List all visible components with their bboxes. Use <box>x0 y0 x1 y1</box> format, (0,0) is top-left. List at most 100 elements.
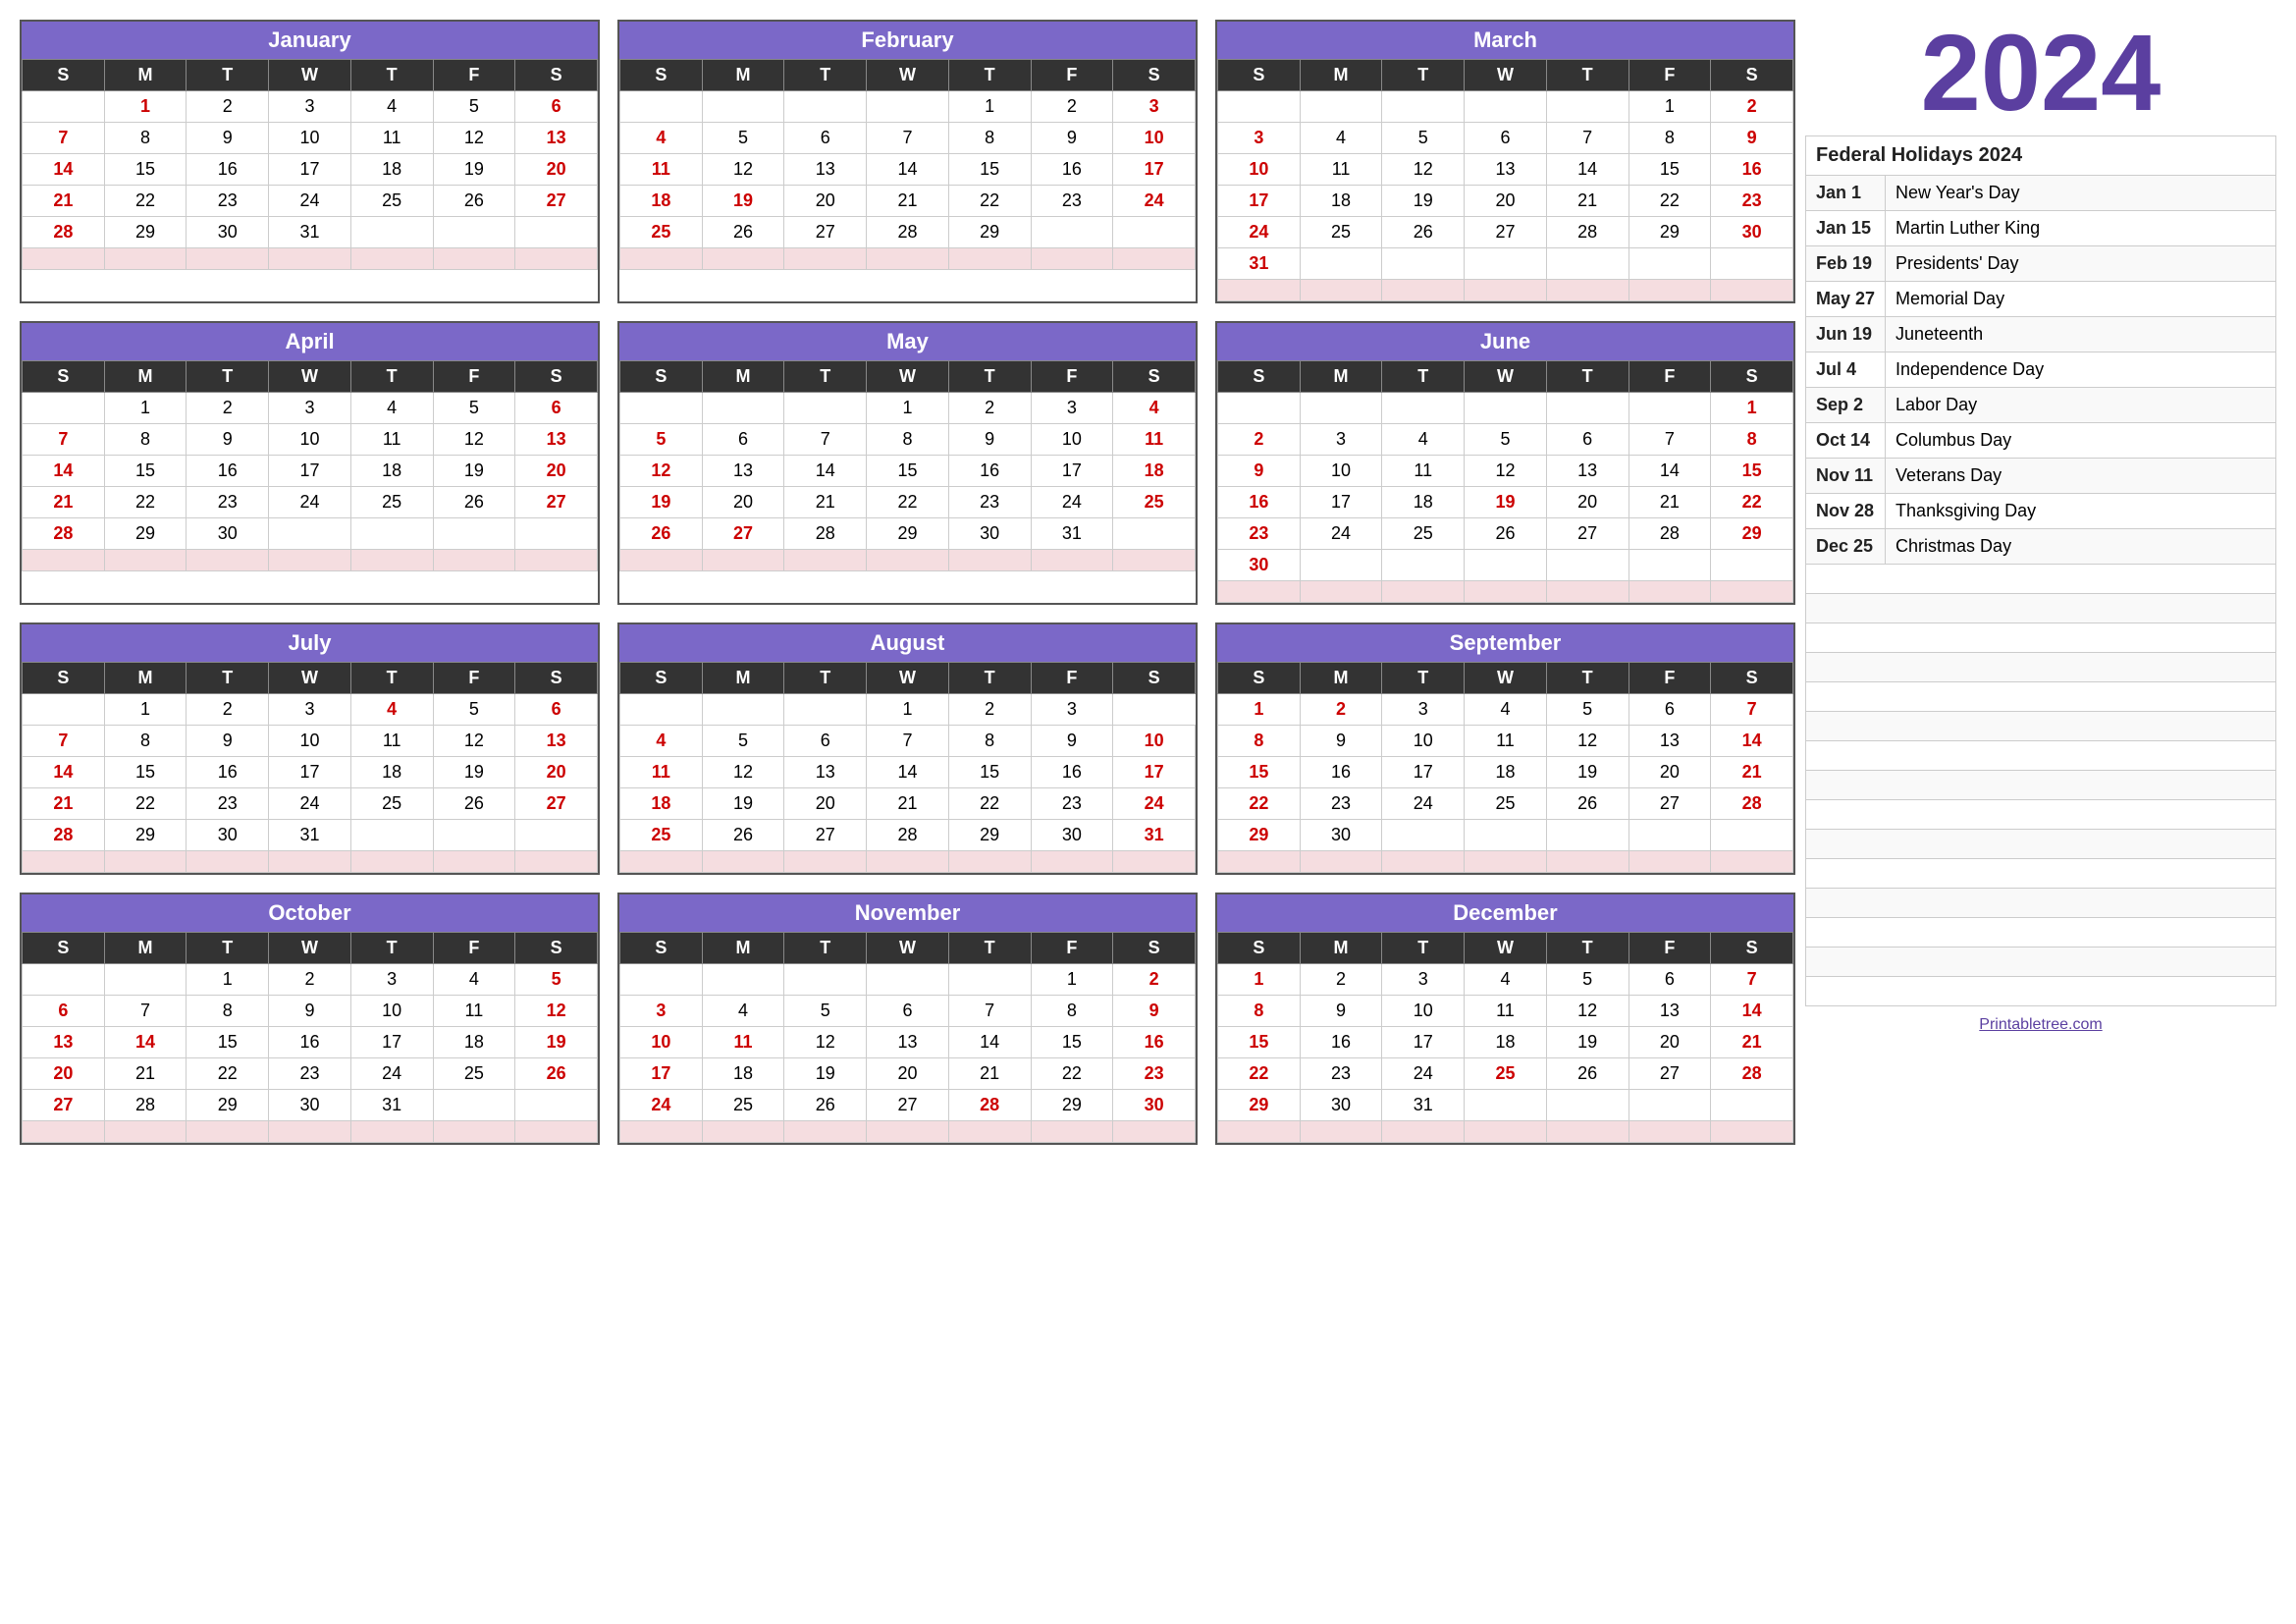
cal-table-august: SMTWTFS123456789101112131415161718192021… <box>619 662 1196 873</box>
holiday-row: Jan 15Martin Luther King <box>1806 211 2276 246</box>
day-cell: 11 <box>1113 424 1196 456</box>
empty-holiday-cell <box>1806 565 2276 594</box>
day-cell <box>433 1090 515 1121</box>
day-cell: 17 <box>1218 186 1301 217</box>
day-cell: 26 <box>702 217 784 248</box>
day-cell: 20 <box>515 154 598 186</box>
week-row: 24252627282930 <box>620 1090 1196 1121</box>
empty-holiday-cell <box>1806 741 2276 771</box>
day-cell: 12 <box>702 154 784 186</box>
day-cell: 19 <box>702 186 784 217</box>
print-url[interactable]: Printabletree.com <box>1979 1016 2102 1034</box>
day-cell: 21 <box>1711 757 1793 788</box>
day-cell: 10 <box>1218 154 1301 186</box>
day-cell: 13 <box>784 757 867 788</box>
day-cell: 1 <box>1218 694 1301 726</box>
empty-cell <box>23 1121 105 1143</box>
day-cell: 8 <box>104 726 187 757</box>
empty-holiday-cell <box>1806 623 2276 653</box>
day-cell: 19 <box>1546 1027 1629 1058</box>
day-cell: 7 <box>1629 424 1711 456</box>
day-cell: 1 <box>104 91 187 123</box>
day-cell: 2 <box>187 91 269 123</box>
day-cell: 16 <box>1113 1027 1196 1058</box>
day-cell: 14 <box>784 456 867 487</box>
day-cell <box>1546 393 1629 424</box>
day-header-m-1: M <box>702 361 784 393</box>
holiday-row: Jan 1New Year's Day <box>1806 176 2276 211</box>
day-cell: 23 <box>187 487 269 518</box>
month-header-july: July <box>22 624 598 662</box>
day-cell <box>1465 820 1547 851</box>
day-cell: 31 <box>1382 1090 1465 1121</box>
day-cell: 19 <box>620 487 703 518</box>
day-cell: 15 <box>1218 1027 1301 1058</box>
day-cell: 11 <box>1382 456 1465 487</box>
day-cell: 24 <box>350 1058 433 1090</box>
week-row: 45678910 <box>620 726 1196 757</box>
day-cell: 22 <box>1711 487 1793 518</box>
day-cell: 29 <box>1629 217 1711 248</box>
day-cell <box>1546 550 1629 581</box>
day-cell <box>948 964 1031 996</box>
day-header-t-2: T <box>187 663 269 694</box>
day-cell: 8 <box>867 424 949 456</box>
empty-cell <box>350 851 433 873</box>
day-header-t-2: T <box>1382 663 1465 694</box>
day-cell: 1 <box>104 393 187 424</box>
day-cell <box>784 694 867 726</box>
day-header-f-5: F <box>1031 60 1113 91</box>
day-cell: 20 <box>1465 186 1547 217</box>
day-cell: 31 <box>1031 518 1113 550</box>
day-cell: 7 <box>1711 964 1793 996</box>
empty-cell <box>1218 851 1301 873</box>
day-cell <box>1031 217 1113 248</box>
day-cell: 5 <box>433 694 515 726</box>
day-cell <box>1711 248 1793 280</box>
empty-holiday-row <box>1806 977 2276 1006</box>
day-cell: 29 <box>104 518 187 550</box>
empty-cell <box>104 550 187 571</box>
empty-row <box>1218 1121 1793 1143</box>
week-row: 17181920212223 <box>620 1058 1196 1090</box>
day-cell: 19 <box>1465 487 1547 518</box>
day-cell: 4 <box>1382 424 1465 456</box>
empty-cell <box>104 248 187 270</box>
day-cell: 17 <box>1113 154 1196 186</box>
holiday-date: Dec 25 <box>1806 529 1886 565</box>
day-cell: 29 <box>1031 1090 1113 1121</box>
empty-holiday-cell <box>1806 594 2276 623</box>
day-cell <box>1546 1090 1629 1121</box>
week-row: 12 <box>620 964 1196 996</box>
day-cell <box>1300 91 1382 123</box>
week-row: 30 <box>1218 550 1793 581</box>
empty-cell <box>350 550 433 571</box>
day-cell <box>1711 1090 1793 1121</box>
day-header-f-5: F <box>1031 663 1113 694</box>
day-cell: 20 <box>1629 1027 1711 1058</box>
day-header-s-0: S <box>1218 663 1301 694</box>
day-cell: 20 <box>1546 487 1629 518</box>
day-header-s-0: S <box>620 663 703 694</box>
day-cell: 12 <box>1382 154 1465 186</box>
day-header-s-0: S <box>620 361 703 393</box>
day-cell: 30 <box>187 217 269 248</box>
day-cell: 24 <box>269 487 351 518</box>
day-header-t-4: T <box>1546 933 1629 964</box>
day-cell: 18 <box>620 788 703 820</box>
day-cell: 29 <box>948 217 1031 248</box>
week-row: 23242526272829 <box>1218 518 1793 550</box>
day-cell: 10 <box>1300 456 1382 487</box>
day-cell: 18 <box>702 1058 784 1090</box>
month-header-november: November <box>619 894 1196 932</box>
month-header-february: February <box>619 22 1196 59</box>
day-cell: 9 <box>187 123 269 154</box>
empty-cell <box>702 1121 784 1143</box>
day-cell <box>702 393 784 424</box>
holiday-row: Nov 28Thanksgiving Day <box>1806 494 2276 529</box>
day-cell: 3 <box>1382 964 1465 996</box>
day-header-t-4: T <box>350 663 433 694</box>
day-cell: 12 <box>433 424 515 456</box>
day-cell: 12 <box>784 1027 867 1058</box>
day-cell <box>784 964 867 996</box>
